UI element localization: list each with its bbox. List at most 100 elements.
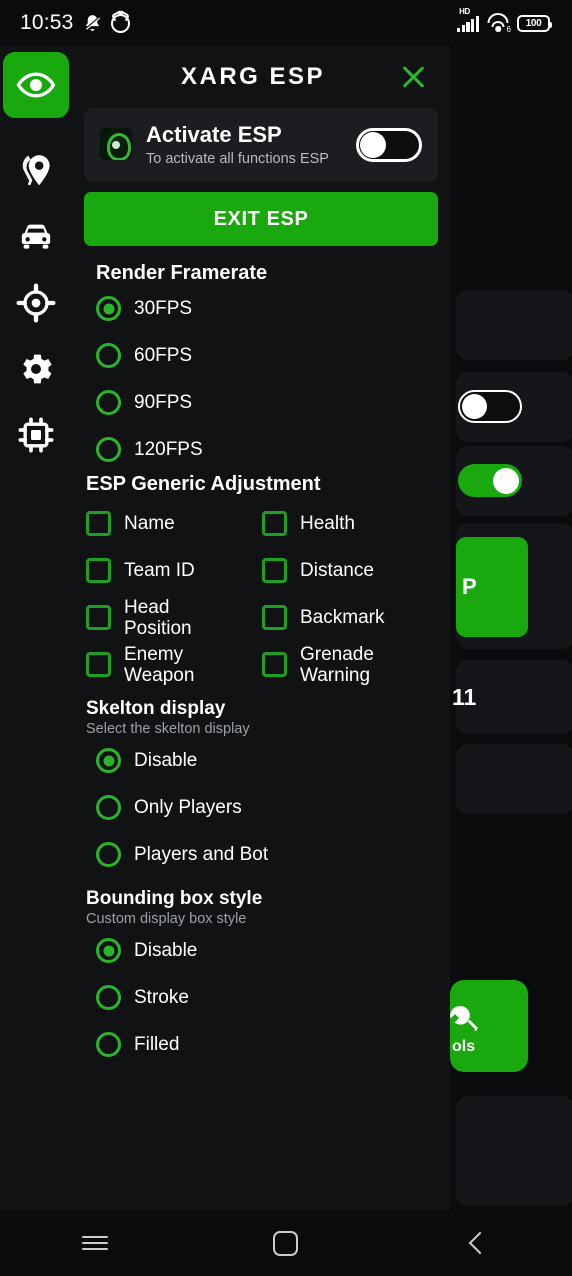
radio-icon [96,343,121,369]
bounding-box-subtitle: Custom display box style [86,911,247,928]
framerate-option-120fps[interactable]: 120FPS [96,426,438,473]
signal-bars-icon: HD [457,7,479,32]
bounding-box-label: Filled [134,1033,180,1055]
esp-generic-title: ESP Generic Adjustment [86,473,321,496]
checkbox-label: Distance [300,560,374,582]
checkbox-enemy-weapon[interactable]: Enemy Weapon [86,641,262,688]
skelton-option-only-players[interactable]: Only Players [96,784,438,831]
framerate-option-60fps[interactable]: 60FPS [96,332,438,379]
sidebar-item-vehicle[interactable] [0,204,72,270]
status-bar-left: 10:53 [20,11,130,35]
bounding-box-label: Disable [134,939,198,961]
radio-icon [96,938,121,964]
checkbox-backmark[interactable]: Backmark [262,594,438,641]
wifi-icon: 6 [487,12,511,34]
nav-recents-button[interactable] [55,1210,135,1276]
background-green-button[interactable]: P [456,537,528,637]
framerate-label: 90FPS [134,391,193,413]
background-card [456,372,572,442]
battery-level-label: 100 [525,17,542,29]
skelton-label: Only Players [134,796,242,818]
checkbox-distance[interactable]: Distance [262,547,438,594]
status-bar-right: HD 6 100 [457,7,552,34]
background-version-text: 11 [452,684,477,710]
checkbox-team-id[interactable]: Team ID [86,547,262,594]
sidebar-item-location[interactable] [0,138,72,204]
checkbox-name[interactable]: Name [86,500,262,547]
checkbox-icon [262,558,287,584]
checkbox-label: Name [124,513,175,535]
recents-icon [82,1232,109,1254]
render-framerate-section: Render Framerate 30FPS 60FPS 90FPS 120FP… [84,262,438,473]
checkbox-label: Enemy Weapon [124,643,195,686]
close-icon[interactable] [394,58,432,96]
radio-icon [96,795,121,821]
checkbox-health[interactable]: Health [262,500,438,547]
skelton-display-title: Skelton display [86,698,226,720]
bounding-box-option-disable[interactable]: Disable [96,927,438,974]
framerate-option-90fps[interactable]: 90FPS [96,379,438,426]
skelton-option-disable[interactable]: Disable [96,737,438,784]
sidebar-item-esp[interactable] [3,52,69,118]
checkbox-head-position[interactable]: Head Position [86,594,262,641]
background-toggle-off[interactable] [458,390,522,423]
activate-esp-title: Activate ESP [146,122,282,147]
home-icon [273,1230,299,1256]
chip-icon [16,415,56,455]
checkbox-label: Grenade Warning [300,643,374,686]
app-logo-icon [100,128,132,160]
checkbox-label: Health [300,513,355,535]
nav-home-button[interactable] [246,1210,326,1276]
background-card [456,744,572,814]
sidebar-item-settings[interactable] [0,336,72,402]
sidebar-rail [0,46,72,1276]
mute-bell-icon [84,15,100,31]
esp-generic-grid: Name Health Team ID Distance Head Positi… [86,500,438,688]
skelton-option-players-and-bot[interactable]: Players and Bot [96,831,438,878]
gear-icon [16,349,56,389]
checkbox-label: Team ID [124,560,195,582]
checkbox-icon [262,605,287,631]
car-icon [16,217,56,257]
checkbox-icon [86,511,111,537]
activate-esp-text: Activate ESP To activate all functions E… [146,122,342,168]
checkbox-label: Backmark [300,607,385,629]
bounding-box-label: Stroke [134,986,189,1008]
sidebar-item-memory[interactable] [0,402,72,468]
radio-icon [96,748,121,774]
esp-generic-section: ESP Generic Adjustment Name Health Team … [84,473,438,688]
background-card [456,290,572,360]
activate-esp-card[interactable]: Activate ESP To activate all functions E… [84,108,438,183]
checkbox-icon [86,652,111,678]
activate-esp-toggle[interactable] [356,128,422,162]
background-toggle-on[interactable] [458,464,522,497]
radio-icon [96,437,121,463]
framerate-label: 120FPS [134,438,203,460]
checkbox-grenade-warning[interactable]: Grenade Warning [262,641,438,688]
status-bar: 10:53 HD 6 100 [0,0,572,46]
battery-icon: 100 [517,14,552,32]
panel-header: XARG ESP [72,46,450,108]
radio-icon [96,842,121,868]
radio-icon [96,1032,121,1058]
wrench-icon [450,1006,478,1031]
background-card [456,446,572,516]
framerate-label: 60FPS [134,344,193,366]
status-clock: 10:53 [20,11,74,34]
page-title: XARG ESP [180,63,326,90]
framerate-option-30fps[interactable]: 30FPS [96,285,438,332]
radio-icon [96,985,121,1011]
nav-back-button[interactable] [437,1210,517,1276]
background-tools-card[interactable]: ols [450,980,528,1072]
bounding-box-option-filled[interactable]: Filled [96,1021,438,1068]
radio-icon [96,296,121,322]
bounding-box-option-stroke[interactable]: Stroke [96,974,438,1021]
sidebar-item-aim[interactable] [0,270,72,336]
back-icon [468,1231,491,1255]
checkbox-icon [262,511,287,537]
checkbox-icon [262,652,287,678]
wifi-generation-label: 6 [506,24,511,34]
checkbox-icon [86,558,111,584]
background-tools-label: ols [452,1038,476,1055]
exit-esp-button[interactable]: EXIT ESP [84,192,438,247]
